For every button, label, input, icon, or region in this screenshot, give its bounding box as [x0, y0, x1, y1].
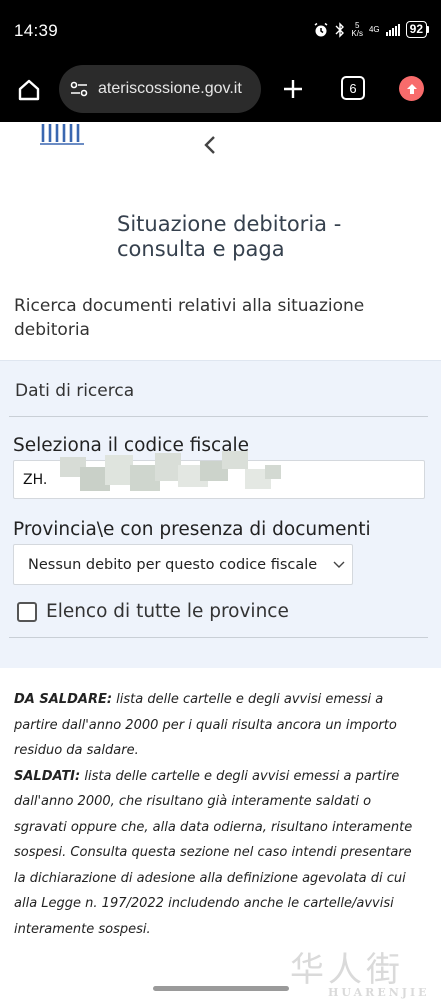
site-settings-icon[interactable] — [68, 78, 90, 100]
signal-icon — [385, 23, 400, 36]
browser-toolbar: ateriscossione.gov.it 6 — [0, 62, 441, 122]
panel-heading: Dati di ricerca — [15, 381, 135, 401]
all-provinces-label: Elenco di tutte le province — [46, 601, 289, 622]
url-text: ateriscossione.gov.it — [98, 80, 242, 97]
watermark-en: HUARENJIE — [328, 986, 430, 999]
divider — [9, 637, 428, 638]
watermark: 华人街 HUARENJIE — [290, 942, 440, 1000]
all-provinces-checkbox[interactable] — [17, 601, 37, 622]
network-speed: 5 K/s — [351, 21, 363, 38]
provincia-label: Provincia\e con presenza di documenti — [13, 519, 371, 540]
status-icons: 5 K/s 4G 92 — [313, 21, 429, 38]
codice-fiscale-value-suffix: R — [197, 471, 208, 488]
bluetooth-icon — [335, 21, 345, 38]
info-text: DA SALDARE: lista delle cartelle e degli… — [14, 687, 424, 942]
update-arrow-icon — [406, 83, 417, 94]
home-icon — [18, 79, 40, 101]
tab-switcher-button[interactable]: 6 — [341, 76, 365, 100]
chevron-down-icon — [326, 561, 352, 569]
provincia-selected-value: Nessun debito per questo codice fiscale — [28, 556, 318, 573]
watermark-cn: 华人街 — [290, 950, 404, 990]
status-time: 14:39 — [14, 21, 59, 40]
address-bar[interactable]: ateriscossione.gov.it — [59, 65, 261, 113]
battery-level: 92 — [405, 21, 427, 38]
chevron-left-icon — [204, 136, 215, 154]
speed-unit: K/s — [351, 28, 363, 38]
consulta-text: Consulta questa sezione nel caso intendi… — [14, 845, 412, 937]
update-button[interactable] — [399, 76, 424, 101]
status-bar: 14:39 5 K/s 4G 92 — [0, 0, 441, 62]
page-subtitle: Ricerca documenti relativi alla situazio… — [14, 296, 365, 340]
all-provinces-option[interactable]: Elenco di tutte le province — [17, 601, 289, 622]
tab-count: 6 — [349, 80, 357, 96]
network-label: 4G — [368, 24, 380, 34]
codice-fiscale-label: Seleziona il codice fiscale — [13, 435, 250, 456]
codice-fiscale-input[interactable]: ZH. R — [13, 460, 425, 499]
new-tab-button[interactable] — [278, 74, 308, 104]
gesture-nav-handle[interactable] — [153, 986, 289, 991]
codice-fiscale-value: ZH. — [23, 471, 48, 488]
logo-icon[interactable] — [40, 122, 86, 146]
back-button[interactable] — [199, 134, 221, 156]
saldati-term: SALDATI: — [14, 768, 81, 784]
provincia-select[interactable]: Nessun debito per questo codice fiscale — [13, 544, 353, 585]
new-tab-plus-icon — [284, 80, 302, 98]
page-content: Situazione debitoria - consulta e paga R… — [0, 122, 441, 1000]
divider — [9, 416, 428, 417]
home-button[interactable] — [14, 75, 44, 105]
battery-icon: 92 — [405, 21, 429, 38]
search-panel: Dati di ricerca Seleziona il codice fisc… — [0, 360, 441, 668]
network-type: 4G — [368, 24, 380, 34]
da-saldare-term: DA SALDARE: — [14, 692, 113, 707]
page-title: Situazione debitoria - consulta e paga — [117, 212, 342, 261]
alarm-icon — [313, 22, 329, 38]
